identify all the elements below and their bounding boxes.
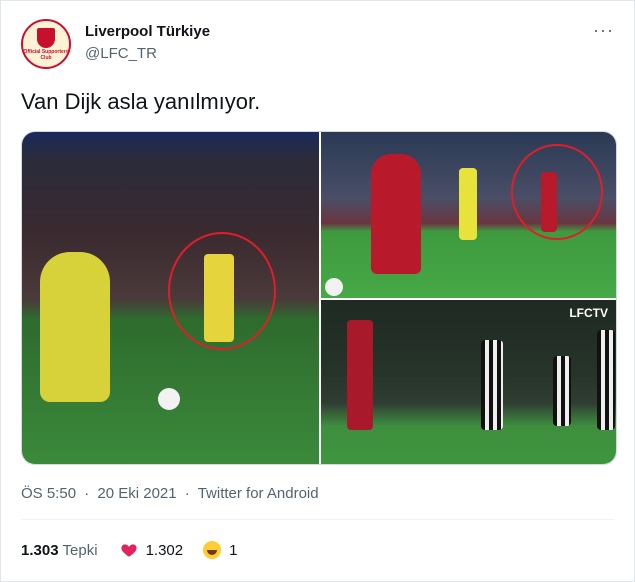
tweet-card: Official Supporters Club Liverpool Türki… [0, 0, 635, 582]
tweet-source[interactable]: Twitter for Android [198, 485, 319, 502]
highlight-circle [168, 232, 276, 350]
heart-icon[interactable] [120, 541, 138, 559]
reactions-label[interactable]: Tepki [63, 542, 98, 559]
player-referee [459, 168, 477, 240]
user-handle[interactable]: @LFC_TR [85, 45, 157, 62]
avatar-caption: Official Supporters Club [23, 48, 69, 61]
likes-count[interactable]: 1.302 [146, 542, 184, 559]
media-image-bottom-right[interactable]: LFCTV [321, 300, 616, 464]
media-image-top-right[interactable] [321, 132, 616, 298]
player-salah [40, 252, 110, 402]
ball [158, 388, 180, 410]
media-grid: LFCTV [21, 131, 617, 465]
laughing-emoji-icon[interactable] [203, 541, 222, 559]
highlight-circle [511, 144, 603, 240]
media-image-left[interactable] [22, 132, 319, 464]
player-liverpool [347, 320, 373, 430]
divider [21, 519, 614, 520]
engagement-stats: 1.303 Tepki 1.302 1 [21, 541, 237, 559]
reactions-count[interactable]: 1.303 [21, 542, 59, 559]
player-newcastle [597, 330, 615, 430]
avatar[interactable]: Official Supporters Club [21, 19, 71, 69]
tweet-date[interactable]: 20 Eki 2021 [97, 485, 176, 502]
player-newcastle [553, 356, 571, 426]
ball [325, 278, 343, 296]
tweet-time[interactable]: ÖS 5:50 [21, 485, 76, 502]
player-newcastle [481, 340, 503, 430]
player-salah [371, 154, 421, 274]
lfctv-watermark: LFCTV [569, 306, 608, 320]
display-name[interactable]: Liverpool Türkiye [85, 23, 210, 40]
tweet-metadata: ÖS 5:50 · 20 Eki 2021 · Twitter for Andr… [21, 485, 323, 502]
laugh-count[interactable]: 1 [229, 542, 237, 559]
separator: · [84, 485, 90, 502]
liverpool-crest-icon [37, 27, 55, 48]
tweet-text: Van Dijk asla yanılmıyor. [21, 89, 261, 114]
more-dots-icon[interactable]: ··· [593, 21, 614, 39]
separator: · [184, 485, 190, 502]
